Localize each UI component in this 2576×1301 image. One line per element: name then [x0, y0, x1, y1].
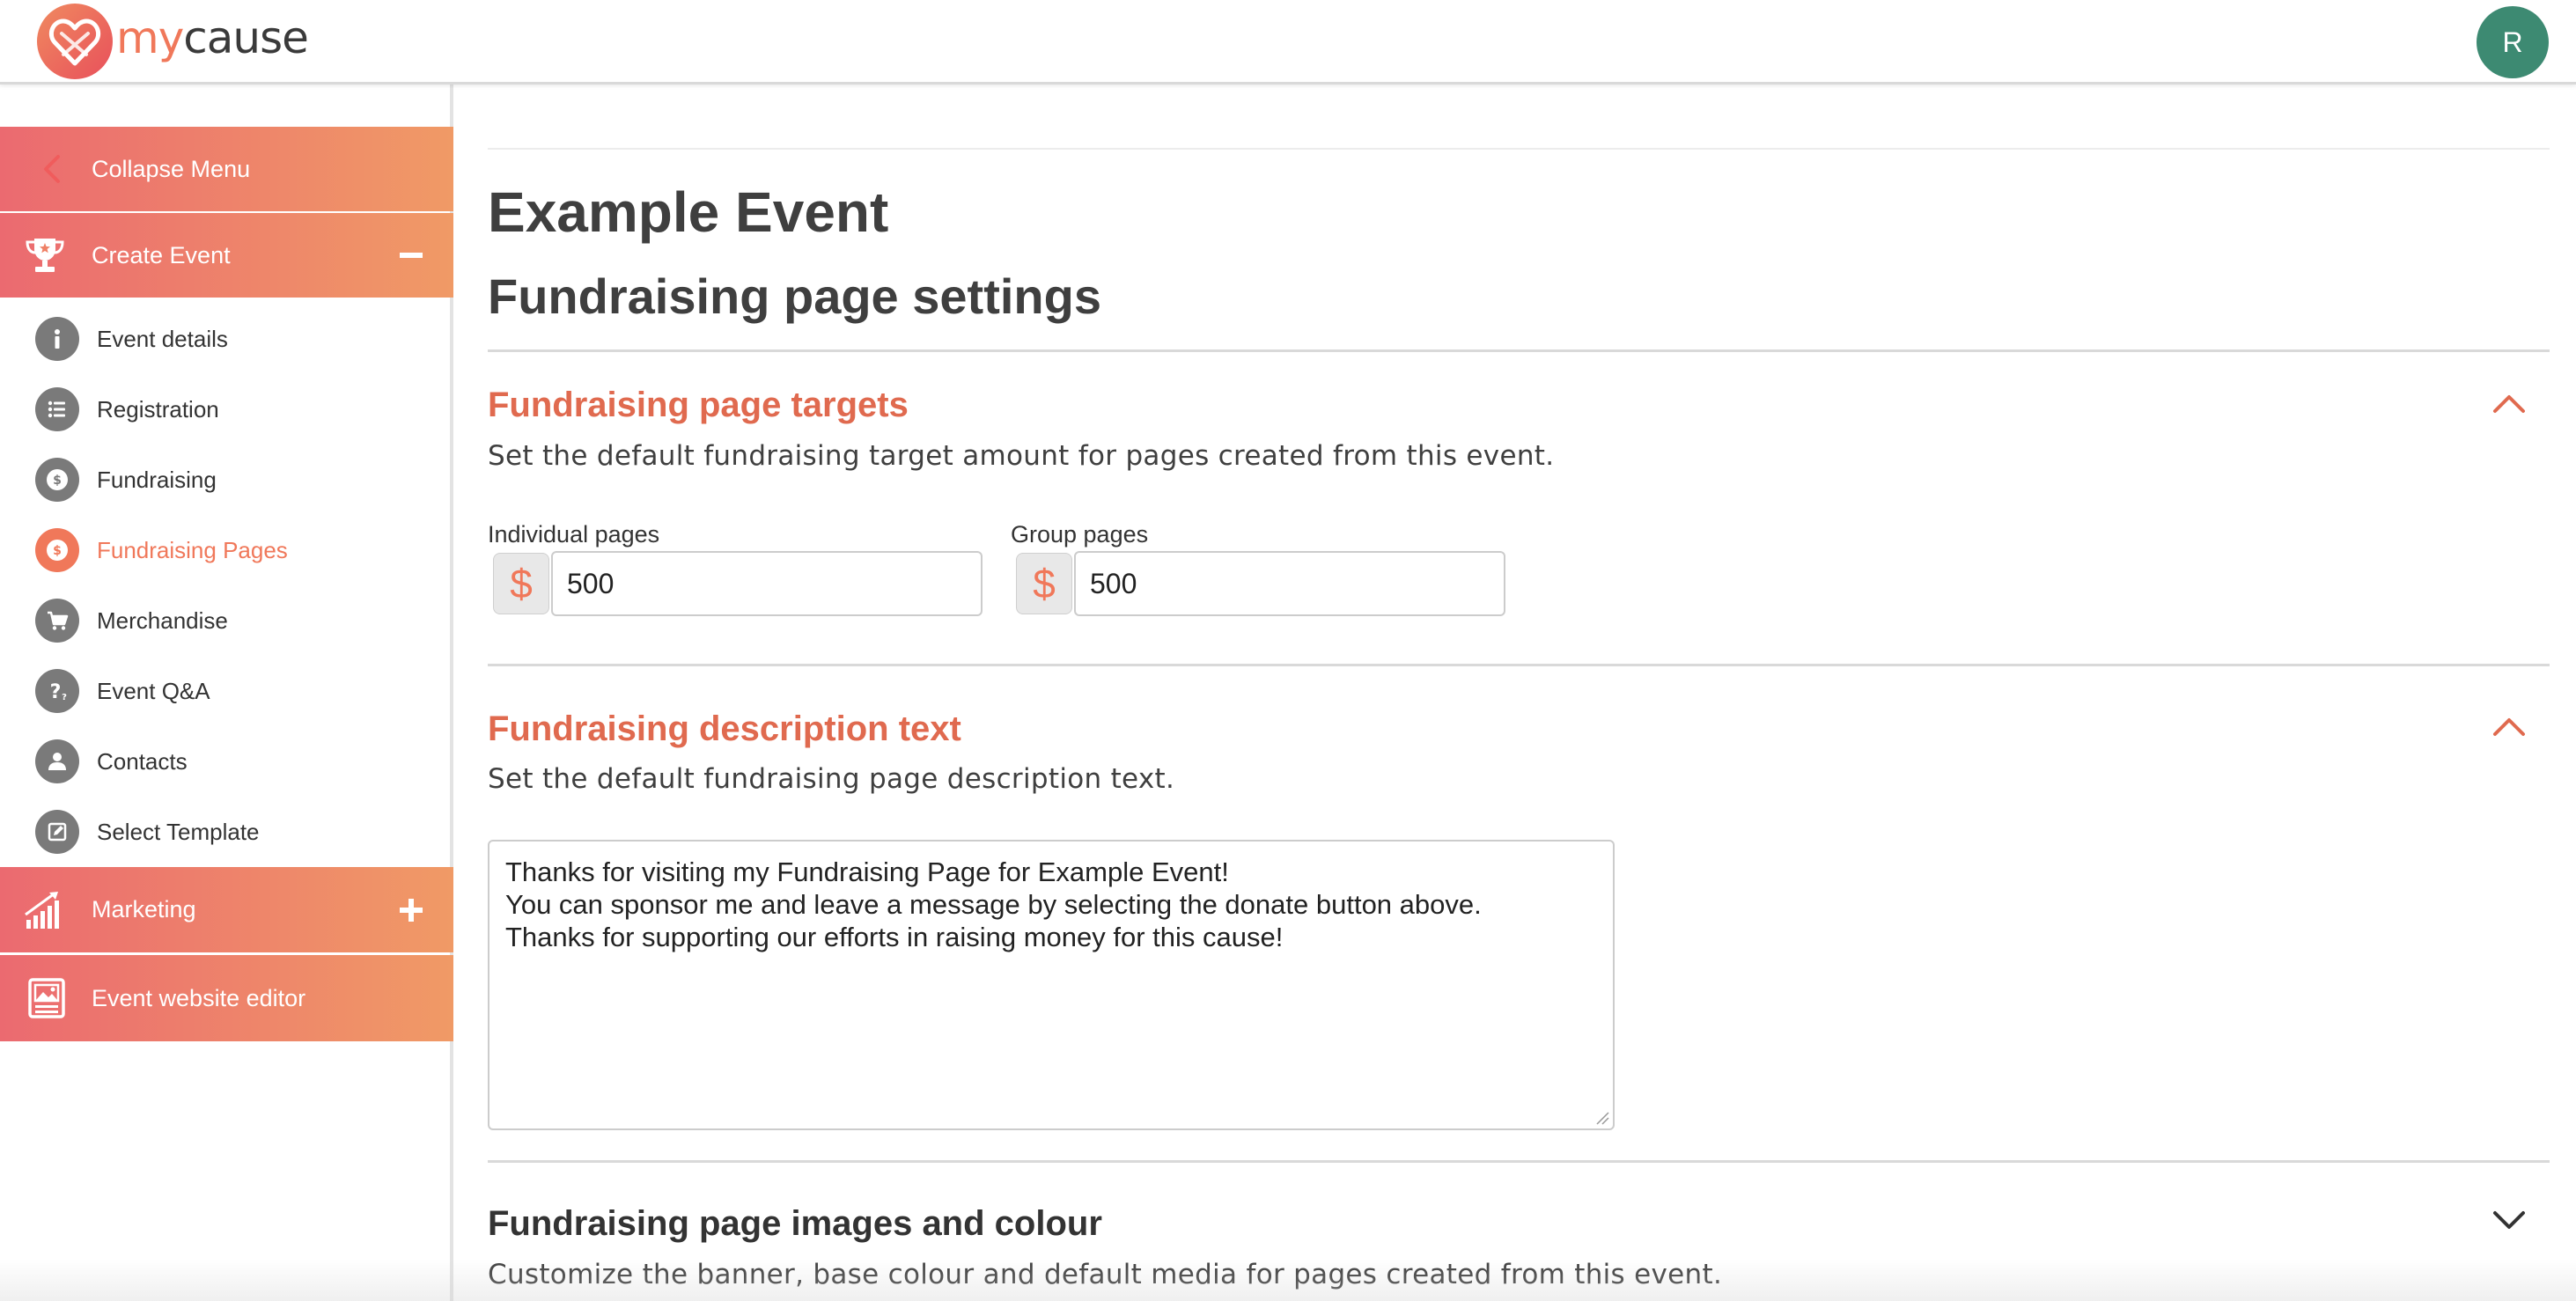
- svg-text:$: $: [53, 544, 62, 558]
- event-website-editor-label: Event website editor: [92, 984, 306, 1011]
- currency-symbol: $: [510, 561, 533, 606]
- sidebar-item-label: Fundraising: [97, 466, 217, 493]
- heart-logo-icon: [37, 4, 113, 79]
- chevron-up-icon[interactable]: [2490, 390, 2528, 415]
- main-content: Example Event Fundraising page settings …: [488, 85, 2550, 1301]
- sidebar-item-fundraising-pages[interactable]: $ Fundraising Pages: [35, 528, 288, 572]
- top-divider: [488, 148, 2550, 150]
- sidebar-item-label: Contacts: [97, 747, 188, 775]
- logo-text-my: my: [116, 12, 184, 63]
- sidebar: Collapse Menu Create Event Event details: [0, 85, 453, 1301]
- individual-target-input[interactable]: [551, 551, 983, 616]
- edit-icon: [35, 810, 79, 854]
- collapse-menu-button[interactable]: Collapse Menu: [0, 127, 453, 211]
- sidebar-item-event-details[interactable]: Event details: [35, 317, 228, 361]
- images-section-title[interactable]: Fundraising page images and colour: [488, 1204, 1102, 1244]
- textarea-line: Thanks for visiting my Fundraising Page …: [505, 856, 1229, 887]
- section-divider: [488, 349, 2550, 352]
- logo-wordmark: mycause: [116, 12, 309, 63]
- event-title: Example Event: [488, 180, 889, 244]
- sidebar-item-event-qa[interactable]: ?? Event Q&A: [35, 669, 210, 713]
- targets-section-description: Set the default fundraising target amoun…: [488, 440, 1555, 472]
- user-avatar[interactable]: R: [2477, 6, 2549, 78]
- create-event-label: Create Event: [92, 241, 231, 268]
- page-title: Fundraising page settings: [488, 268, 1101, 324]
- sidebar-item-contacts[interactable]: Contacts: [35, 739, 188, 783]
- app-root: mycause R Collapse Menu Create Event Eve…: [0, 0, 2576, 1301]
- plus-icon: [400, 898, 423, 922]
- chevron-left-icon: [44, 155, 60, 183]
- top-header: mycause R: [0, 0, 2576, 85]
- dollar-coin-icon: $: [35, 528, 79, 572]
- sidebar-item-label: Registration: [97, 395, 219, 423]
- individual-pages-label: Individual pages: [488, 521, 660, 548]
- textarea-line: Thanks for supporting our efforts in rai…: [505, 922, 1284, 952]
- info-icon: [35, 317, 79, 361]
- svg-text:?: ?: [62, 693, 67, 702]
- svg-text:?: ?: [50, 681, 62, 703]
- description-section-description: Set the default fundraising page descrip…: [488, 763, 1175, 795]
- group-target-input[interactable]: [1074, 551, 1505, 616]
- section-divider: [488, 664, 2550, 666]
- description-textarea[interactable]: Thanks for visiting my Fundraising Page …: [488, 840, 1615, 1130]
- dollar-coin-icon: $: [35, 458, 79, 502]
- website-image-icon: [28, 978, 65, 1018]
- collapse-menu-label: Collapse Menu: [92, 155, 251, 182]
- dollar-icon: $: [1016, 553, 1072, 614]
- chevron-down-icon[interactable]: [2490, 1208, 2528, 1232]
- targets-section-title[interactable]: Fundraising page targets: [488, 386, 909, 425]
- textarea-line: You can sponsor me and leave a message b…: [505, 889, 1482, 920]
- marketing-label: Marketing: [92, 896, 196, 922]
- group-pages-label: Group pages: [1011, 521, 1149, 548]
- sidebar-item-label: Fundraising Pages: [97, 536, 288, 563]
- minus-icon: [400, 253, 423, 258]
- chevron-up-icon[interactable]: [2490, 713, 2528, 738]
- description-section-title[interactable]: Fundraising description text: [488, 709, 961, 749]
- sidebar-item-merchandise[interactable]: Merchandise: [35, 599, 228, 643]
- section-divider: [488, 1160, 2550, 1163]
- sidebar-item-select-template[interactable]: Select Template: [35, 810, 260, 854]
- cart-icon: [35, 599, 79, 643]
- list-icon: [35, 387, 79, 431]
- avatar-initial: R: [2502, 26, 2523, 58]
- sidebar-item-label: Event Q&A: [97, 677, 210, 704]
- currency-symbol: $: [1033, 561, 1056, 606]
- resize-handle-icon[interactable]: [1595, 1111, 1609, 1125]
- create-event-section[interactable]: Create Event: [0, 213, 453, 298]
- svg-text:$: $: [53, 474, 62, 488]
- images-section-description: Customize the banner, base colour and de…: [488, 1259, 1723, 1290]
- event-website-editor-link[interactable]: Event website editor: [0, 955, 453, 1041]
- sidebar-item-label: Merchandise: [97, 606, 228, 634]
- logo-text-cause: cause: [183, 12, 309, 63]
- trophy-icon: [26, 239, 64, 272]
- person-icon: [35, 739, 79, 783]
- chart-growth-icon: [25, 891, 59, 929]
- sidebar-item-registration[interactable]: Registration: [35, 387, 219, 431]
- marketing-section[interactable]: Marketing: [0, 867, 453, 952]
- mycause-logo[interactable]: mycause: [35, 2, 309, 81]
- sidebar-item-label: Select Template: [97, 818, 260, 845]
- dollar-icon: $: [493, 553, 549, 614]
- sidebar-item-fundraising[interactable]: $ Fundraising: [35, 458, 217, 502]
- sidebar-item-label: Event details: [97, 325, 228, 352]
- question-icon: ??: [35, 669, 79, 713]
